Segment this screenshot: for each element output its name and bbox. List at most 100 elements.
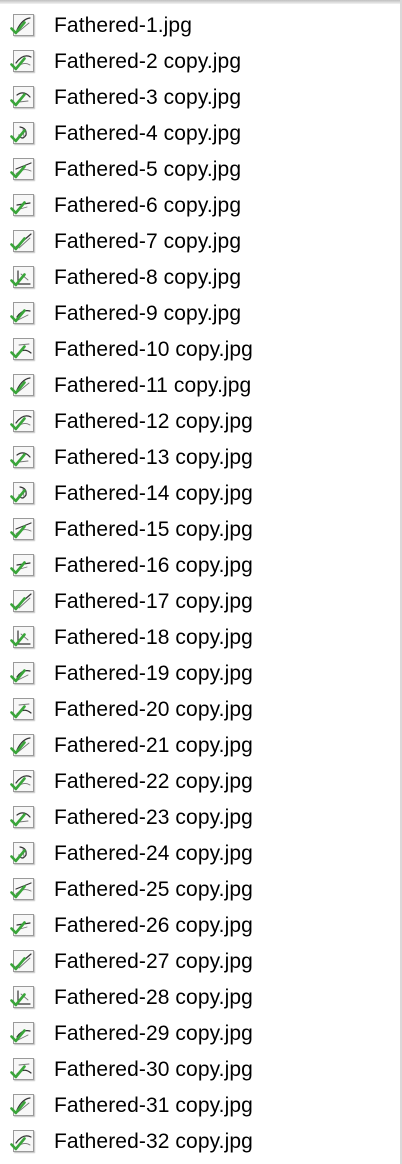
file-name: Fathered-24 copy.jpg bbox=[54, 842, 253, 865]
green-checkmark-icon bbox=[10, 849, 26, 863]
file-name: Fathered-16 copy.jpg bbox=[54, 554, 253, 577]
green-checkmark-icon bbox=[10, 1137, 26, 1151]
file-name: Fathered-15 copy.jpg bbox=[54, 518, 253, 541]
file-list-item[interactable]: Fathered-14 copy.jpg bbox=[0, 476, 390, 512]
file-list-item[interactable]: Fathered-21 copy.jpg bbox=[0, 728, 390, 764]
image-file-thumbnail-icon bbox=[10, 228, 38, 256]
file-name: Fathered-25 copy.jpg bbox=[54, 878, 253, 901]
green-checkmark-icon bbox=[10, 129, 26, 143]
file-list-item[interactable]: Fathered-23 copy.jpg bbox=[0, 800, 390, 836]
file-list-item[interactable]: Fathered-4 copy.jpg bbox=[0, 116, 390, 152]
green-checkmark-icon bbox=[10, 201, 26, 215]
image-file-thumbnail-icon bbox=[10, 1092, 38, 1120]
green-checkmark-icon bbox=[10, 93, 26, 107]
image-file-thumbnail-icon bbox=[10, 336, 38, 364]
green-checkmark-icon bbox=[10, 381, 26, 395]
file-list: Fathered-1.jpg Fathered-2 copy.jpg Fathe… bbox=[0, 8, 390, 1160]
file-list-item[interactable]: Fathered-25 copy.jpg bbox=[0, 872, 390, 908]
image-file-thumbnail-icon bbox=[10, 804, 38, 832]
image-file-thumbnail-icon bbox=[10, 192, 38, 220]
file-name: Fathered-2 copy.jpg bbox=[54, 50, 242, 73]
file-name: Fathered-31 copy.jpg bbox=[54, 1094, 253, 1117]
green-checkmark-icon bbox=[10, 21, 26, 35]
file-list-item[interactable]: Fathered-16 copy.jpg bbox=[0, 548, 390, 584]
green-checkmark-icon bbox=[10, 741, 26, 755]
green-checkmark-icon bbox=[10, 669, 26, 683]
green-checkmark-icon bbox=[10, 453, 26, 467]
image-file-thumbnail-icon bbox=[10, 84, 38, 112]
file-list-item[interactable]: Fathered-11 copy.jpg bbox=[0, 368, 390, 404]
file-list-item[interactable]: Fathered-18 copy.jpg bbox=[0, 620, 390, 656]
green-checkmark-icon bbox=[10, 1029, 26, 1043]
green-checkmark-icon bbox=[10, 705, 26, 719]
file-name: Fathered-9 copy.jpg bbox=[54, 302, 242, 325]
file-list-item[interactable]: Fathered-15 copy.jpg bbox=[0, 512, 390, 548]
image-file-thumbnail-icon bbox=[10, 588, 38, 616]
file-list-item[interactable]: Fathered-2 copy.jpg bbox=[0, 44, 390, 80]
file-name: Fathered-8 copy.jpg bbox=[54, 266, 242, 289]
green-checkmark-icon bbox=[10, 165, 26, 179]
file-list-item[interactable]: Fathered-13 copy.jpg bbox=[0, 440, 390, 476]
image-file-thumbnail-icon bbox=[10, 732, 38, 760]
file-list-item[interactable]: Fathered-6 copy.jpg bbox=[0, 188, 390, 224]
file-list-item[interactable]: Fathered-17 copy.jpg bbox=[0, 584, 390, 620]
file-name: Fathered-10 copy.jpg bbox=[54, 338, 253, 361]
file-list-item[interactable]: Fathered-1.jpg bbox=[0, 8, 390, 44]
file-list-item[interactable]: Fathered-29 copy.jpg bbox=[0, 1016, 390, 1052]
file-list-item[interactable]: Fathered-30 copy.jpg bbox=[0, 1052, 390, 1088]
green-checkmark-icon bbox=[10, 813, 26, 827]
file-name: Fathered-12 copy.jpg bbox=[54, 410, 253, 433]
file-list-item[interactable]: Fathered-32 copy.jpg bbox=[0, 1124, 390, 1160]
file-list-item[interactable]: Fathered-20 copy.jpg bbox=[0, 692, 390, 728]
image-file-thumbnail-icon bbox=[10, 156, 38, 184]
image-file-thumbnail-icon bbox=[10, 1128, 38, 1156]
file-list-item[interactable]: Fathered-12 copy.jpg bbox=[0, 404, 390, 440]
file-list-item[interactable]: Fathered-31 copy.jpg bbox=[0, 1088, 390, 1124]
image-file-thumbnail-icon bbox=[10, 876, 38, 904]
file-name: Fathered-27 copy.jpg bbox=[54, 950, 253, 973]
file-name: Fathered-20 copy.jpg bbox=[54, 698, 253, 721]
file-list-item[interactable]: Fathered-22 copy.jpg bbox=[0, 764, 390, 800]
green-checkmark-icon bbox=[10, 957, 26, 971]
file-name: Fathered-18 copy.jpg bbox=[54, 626, 253, 649]
file-list-item[interactable]: Fathered-9 copy.jpg bbox=[0, 296, 390, 332]
file-name: Fathered-32 copy.jpg bbox=[54, 1130, 253, 1153]
green-checkmark-icon bbox=[10, 993, 26, 1007]
file-list-item[interactable]: Fathered-27 copy.jpg bbox=[0, 944, 390, 980]
file-name: Fathered-4 copy.jpg bbox=[54, 122, 242, 145]
green-checkmark-icon bbox=[10, 1101, 26, 1115]
file-list-item[interactable]: Fathered-8 copy.jpg bbox=[0, 260, 390, 296]
file-list-item[interactable]: Fathered-7 copy.jpg bbox=[0, 224, 390, 260]
green-checkmark-icon bbox=[10, 1065, 26, 1079]
image-file-thumbnail-icon bbox=[10, 696, 38, 724]
file-name: Fathered-29 copy.jpg bbox=[54, 1022, 253, 1045]
image-file-thumbnail-icon bbox=[10, 264, 38, 292]
green-checkmark-icon bbox=[10, 309, 26, 323]
file-list-item[interactable]: Fathered-3 copy.jpg bbox=[0, 80, 390, 116]
image-file-thumbnail-icon bbox=[10, 444, 38, 472]
green-checkmark-icon bbox=[10, 345, 26, 359]
file-list-item[interactable]: Fathered-28 copy.jpg bbox=[0, 980, 390, 1016]
file-name: Fathered-5 copy.jpg bbox=[54, 158, 242, 181]
image-file-thumbnail-icon bbox=[10, 48, 38, 76]
image-file-thumbnail-icon bbox=[10, 840, 38, 868]
file-name: Fathered-30 copy.jpg bbox=[54, 1058, 253, 1081]
file-name: Fathered-23 copy.jpg bbox=[54, 806, 253, 829]
image-file-thumbnail-icon bbox=[10, 984, 38, 1012]
file-list-item[interactable]: Fathered-10 copy.jpg bbox=[0, 332, 390, 368]
file-name: Fathered-3 copy.jpg bbox=[54, 86, 242, 109]
image-file-thumbnail-icon bbox=[10, 552, 38, 580]
image-file-thumbnail-icon bbox=[10, 624, 38, 652]
image-file-thumbnail-icon bbox=[10, 1020, 38, 1048]
green-checkmark-icon bbox=[10, 273, 26, 287]
green-checkmark-icon bbox=[10, 885, 26, 899]
image-file-thumbnail-icon bbox=[10, 1056, 38, 1084]
file-list-item[interactable]: Fathered-19 copy.jpg bbox=[0, 656, 390, 692]
green-checkmark-icon bbox=[10, 237, 26, 251]
file-list-item[interactable]: Fathered-5 copy.jpg bbox=[0, 152, 390, 188]
image-file-thumbnail-icon bbox=[10, 660, 38, 688]
file-name: Fathered-28 copy.jpg bbox=[54, 986, 253, 1009]
file-list-item[interactable]: Fathered-26 copy.jpg bbox=[0, 908, 390, 944]
file-list-item[interactable]: Fathered-24 copy.jpg bbox=[0, 836, 390, 872]
file-name: Fathered-6 copy.jpg bbox=[54, 194, 242, 217]
